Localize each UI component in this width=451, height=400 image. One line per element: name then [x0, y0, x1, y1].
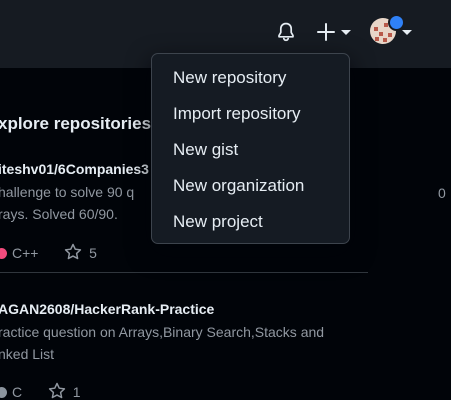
section-title: xplore repositories	[0, 114, 152, 133]
language-color-dot	[0, 387, 7, 398]
repo-description-fragment: 0	[438, 185, 446, 201]
menu-item-import-repository[interactable]: Import repository	[152, 97, 349, 133]
star-icon[interactable]	[48, 382, 66, 400]
menu-item-new-organization[interactable]: New organization	[152, 169, 349, 205]
language-label: C	[12, 384, 23, 400]
create-new-button[interactable]	[313, 18, 355, 46]
repo-description: hallenge to solve 90 q rays. Solved 60/9…	[0, 184, 135, 222]
chevron-down-icon	[341, 30, 351, 35]
repo-description: ractice question on Arrays,Binary Search…	[0, 324, 325, 362]
language-color-dot	[0, 248, 7, 259]
repo-card: iteshv01/6Companies3	[0, 161, 149, 177]
user-menu-button[interactable]	[367, 14, 417, 50]
create-new-dropdown-menu: New repository Import repository New gis…	[151, 53, 350, 244]
bell-icon[interactable]	[274, 20, 298, 44]
repo-card: AGAN2608/HackerRank-Practice	[0, 301, 214, 317]
divider	[0, 272, 368, 273]
chevron-down-icon	[402, 30, 412, 35]
repo-meta: C 1	[0, 382, 81, 400]
star-count[interactable]: 1	[73, 384, 81, 400]
menu-item-new-repository[interactable]: New repository	[152, 61, 349, 97]
menu-item-new-gist[interactable]: New gist	[152, 133, 349, 169]
menu-item-new-project[interactable]: New project	[152, 205, 349, 241]
star-icon[interactable]	[64, 243, 82, 261]
plus-icon	[317, 23, 335, 41]
status-indicator	[388, 14, 405, 31]
repo-link[interactable]: iteshv01/6Companies3	[0, 161, 149, 177]
star-count[interactable]: 5	[89, 245, 97, 261]
language-label: C++	[12, 245, 39, 261]
repo-meta: C++ 5	[0, 243, 97, 261]
repo-link[interactable]: AGAN2608/HackerRank-Practice	[0, 301, 214, 317]
